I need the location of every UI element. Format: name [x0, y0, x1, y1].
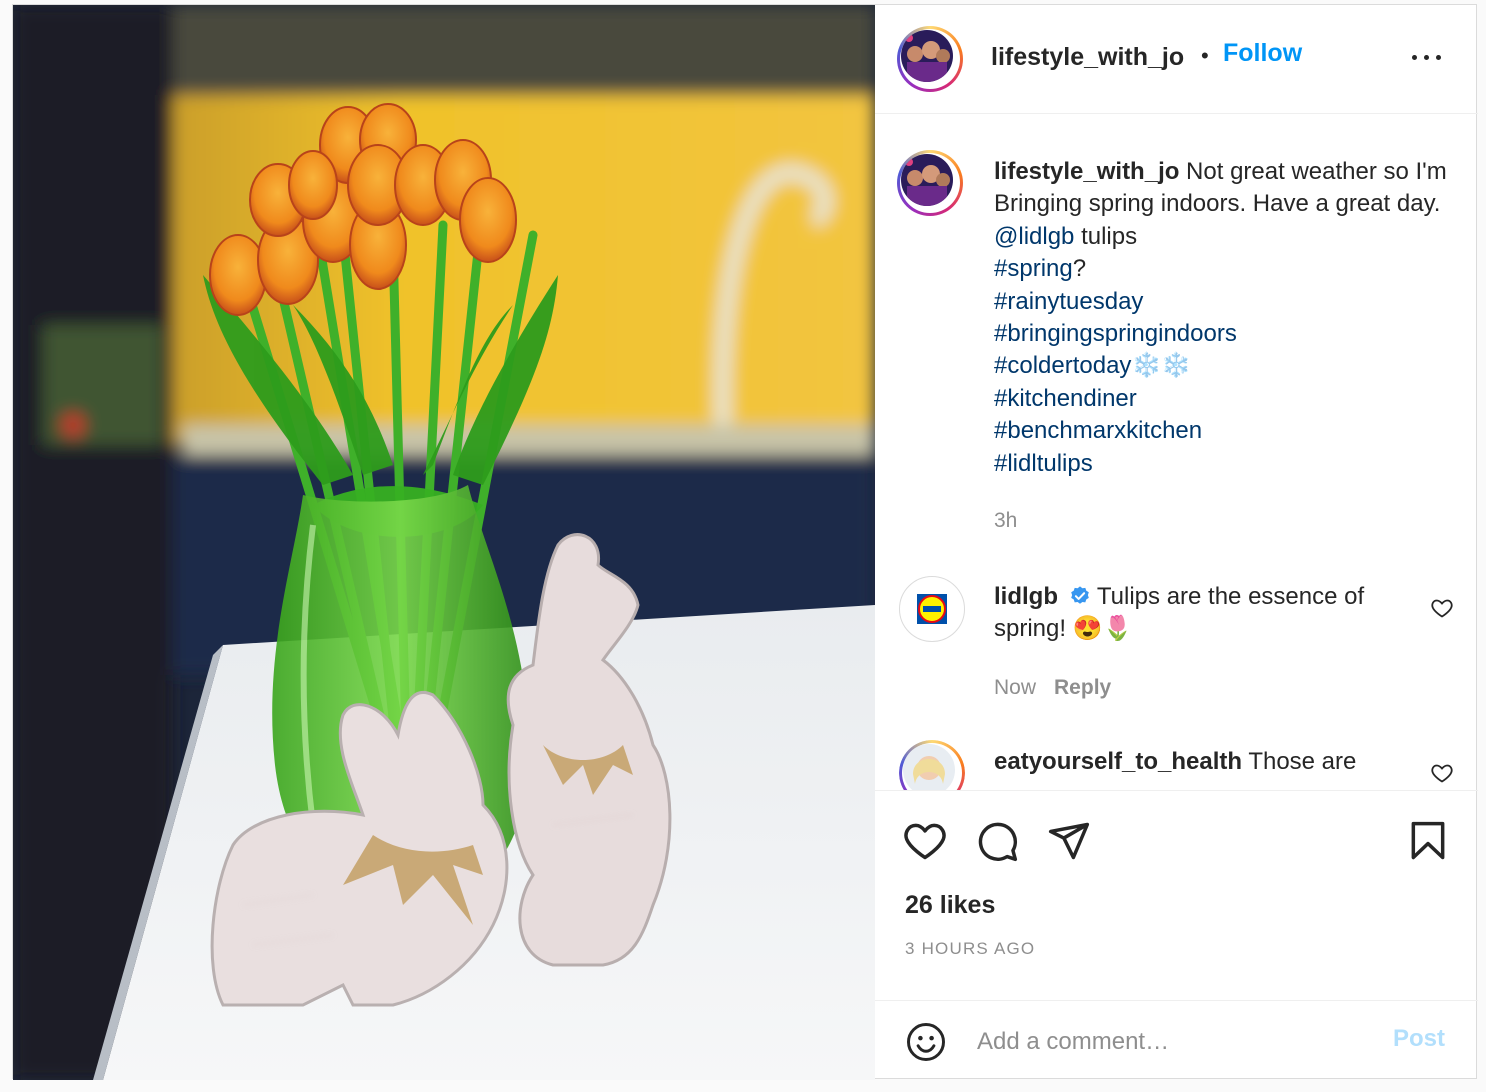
hashtag-link[interactable]: #rainytuesday [994, 288, 1143, 315]
mention-link[interactable]: @lidlgb [994, 223, 1074, 250]
comment-username[interactable]: lidlgb [994, 583, 1058, 610]
avatar-photo-icon [901, 154, 953, 206]
header-separator: • [1201, 43, 1209, 68]
comments-scroll-area[interactable]: lifestyle_with_jo Not great weather so I… [875, 114, 1478, 790]
comment-input[interactable] [975, 1023, 1379, 1061]
tulips-bunnies-photo [13, 5, 875, 1080]
hashtag-link[interactable]: #benchmarxkitchen [994, 417, 1202, 444]
avatar-photo-icon [901, 30, 953, 82]
caption-username[interactable]: lifestyle_with_jo [994, 158, 1179, 185]
snowflake-emoji: ❄️❄️ [1131, 352, 1192, 380]
comment-text: Those are [1242, 748, 1357, 775]
follow-button[interactable]: Follow [1223, 39, 1302, 68]
caption-question: ? [1072, 255, 1087, 283]
heart-icon[interactable] [903, 819, 947, 863]
lidl-logo-icon [917, 594, 947, 624]
hashtag-link[interactable]: #kitchendiner [994, 385, 1137, 412]
comment-body: lidlgb Tulips are the essence of spring!… [994, 581, 1404, 646]
post-sidebar: lifestyle_with_jo • Follow lifestyle_wit… [875, 5, 1478, 1080]
post-caption: lifestyle_with_jo Not great weather so I… [994, 156, 1459, 480]
comment-avatar-lidl[interactable] [899, 576, 965, 642]
hashtag-link[interactable]: #spring [994, 255, 1073, 282]
post-photo[interactable] [13, 5, 875, 1080]
hashtag-link[interactable]: #bringingspringindoors [994, 320, 1237, 347]
add-comment-bar: Post [875, 1000, 1478, 1081]
hashtag-link[interactable]: #lidltulips [994, 450, 1093, 477]
bookmark-icon[interactable] [1406, 819, 1450, 863]
caption-timestamp[interactable]: 3h [994, 509, 1017, 533]
caption-text-2: tulips [1074, 222, 1138, 250]
paper-plane-icon[interactable] [1047, 819, 1091, 863]
comment-avatar-eatyourself[interactable] [899, 740, 965, 790]
caption-avatar[interactable] [897, 150, 963, 216]
hashtag-link[interactable]: #coldertoday [994, 352, 1131, 379]
verified-badge-icon [1070, 586, 1089, 604]
post-header: lifestyle_with_jo • Follow [875, 5, 1478, 114]
comment-time[interactable]: Now [994, 676, 1036, 699]
comment-username[interactable]: eatyourself_to_health [994, 748, 1242, 775]
author-username[interactable]: lifestyle_with_jo [991, 43, 1184, 72]
comment-body: eatyourself_to_health Those are [994, 746, 1404, 778]
avatar-photo-icon [903, 744, 955, 790]
post-actions: 26 likes 3 HOURS AGO [875, 790, 1478, 1001]
post-comment-button[interactable]: Post [1393, 1025, 1445, 1053]
smiley-icon[interactable] [905, 1021, 947, 1063]
author-avatar[interactable] [897, 26, 963, 92]
comment-like-heart-icon[interactable] [1430, 596, 1454, 620]
post-date[interactable]: 3 HOURS AGO [905, 939, 1035, 959]
comment-icon[interactable] [975, 819, 1019, 863]
more-options-icon[interactable] [1410, 47, 1450, 71]
reply-button[interactable]: Reply [1054, 676, 1111, 699]
post-modal: lifestyle_with_jo • Follow lifestyle_wit… [12, 4, 1478, 1080]
comment-meta: Now Reply [994, 676, 1111, 700]
comment-like-heart-icon[interactable] [1430, 761, 1454, 785]
likes-count[interactable]: 26 likes [905, 891, 995, 920]
